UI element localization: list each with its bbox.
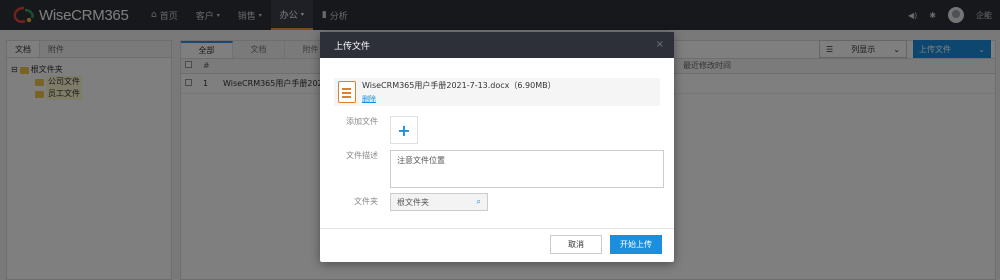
plus-icon: +: [397, 120, 411, 140]
add-file-button[interactable]: +: [390, 116, 418, 144]
folder-label: 文件夹: [354, 197, 378, 206]
remove-file-link[interactable]: 删除: [362, 94, 556, 104]
search-icon[interactable]: ⌕: [477, 197, 481, 207]
cancel-button[interactable]: 取消: [550, 235, 602, 254]
description-row: 文件描述 注意文件位置: [334, 150, 664, 188]
add-file-row: 添加文件 +: [334, 116, 418, 144]
folder-select-value: 根文件夹: [397, 197, 429, 207]
dialog-footer: 取消 开始上传: [320, 228, 674, 262]
document-icon: [338, 81, 356, 103]
folder-row: 文件夹 根文件夹 ⌕: [334, 193, 488, 211]
close-icon[interactable]: ×: [656, 39, 664, 50]
start-upload-button[interactable]: 开始上传: [610, 235, 662, 254]
folder-select[interactable]: 根文件夹 ⌕: [390, 193, 488, 211]
description-label: 文件描述: [346, 151, 378, 160]
selected-file-card: WiseCRM365用户手册2021-7-13.docx（6.90MB） 删除: [334, 78, 660, 106]
dialog-title: 上传文件: [334, 41, 371, 52]
description-textarea[interactable]: 注意文件位置: [390, 150, 664, 188]
selected-file-name: WiseCRM365用户手册2021-7-13.docx（6.90MB）: [362, 81, 556, 90]
add-file-label: 添加文件: [346, 117, 378, 126]
upload-dialog: 上传文件 × WiseCRM365用户手册2021-7-13.docx（6.90…: [320, 32, 674, 262]
